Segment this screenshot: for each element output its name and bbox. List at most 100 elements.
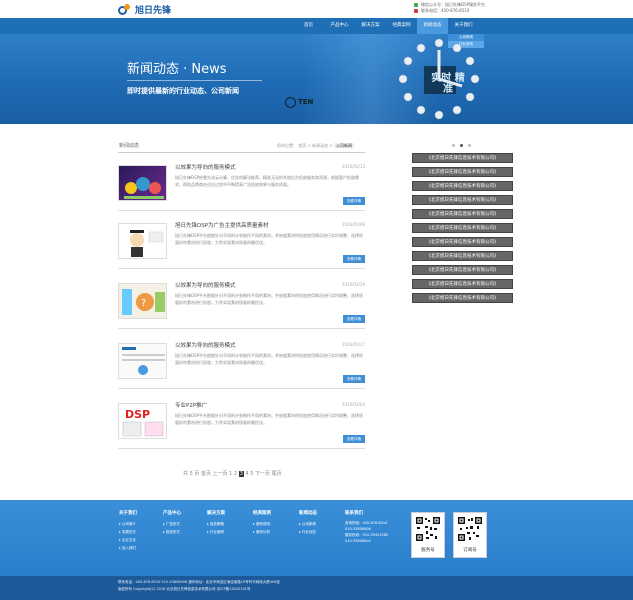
news-item: DSP 专业P2P推广 2016/01/04 旭日先锋DSP平台根据针对不同的计… — [118, 398, 365, 456]
view-details-button[interactable]: 查看详情 — [343, 197, 365, 205]
header-contact: 微信公众号：旭日先锋DSP服务平台 联系电话：400-876-8510 — [414, 2, 485, 14]
sidebar-link[interactable]: 《北京旭日先锋信息技术有限公司》 — [412, 181, 513, 191]
footer-link[interactable]: ▸ 加入我们 — [119, 544, 137, 552]
sidebar-link[interactable]: 《北京旭日先锋信息技术有限公司》 — [412, 209, 513, 219]
footer-link[interactable]: ▸ 案例分析 — [253, 528, 271, 536]
view-details-button[interactable]: 查看详情 — [343, 435, 365, 443]
copyright-text: 联系电话：400-876-8510 010-53806006 通讯地址：北京市海… — [118, 579, 280, 593]
page-link[interactable]: 1 — [229, 471, 232, 477]
news-desc: 旭日先锋DSP平台根据针对不同的计划制作不同的素材，并依据素材的投放使用情况进行… — [175, 353, 364, 365]
news-title[interactable]: 以效果为导向的服务模式 — [175, 281, 236, 289]
footer-link[interactable]: ▸ 公司简介 — [119, 520, 137, 528]
qr-code-icon — [457, 516, 483, 542]
news-thumbnail[interactable]: DSP — [118, 403, 167, 439]
qr-caption: 订阅号 — [463, 548, 477, 553]
pager-next-last[interactable]: 下一页 尾页 — [255, 471, 282, 477]
news-title[interactable]: 专业P2P推广 — [175, 401, 207, 409]
page-link[interactable]: 4 — [245, 471, 248, 477]
sidebar-link[interactable]: 《北京旭日先锋信息技术有限公司》 — [412, 279, 513, 289]
ten-logo-icon — [285, 97, 296, 108]
divider — [118, 448, 365, 449]
carousel-dot[interactable] — [468, 144, 471, 147]
footer-col-solutions: 解决方案 ▸ 投放策略 ▸ 行业案例 — [207, 510, 225, 536]
breadcrumb-path[interactable]: 您的位置： 首页 > 新闻动态 > — [277, 143, 334, 148]
news-title[interactable]: 以效果为导向的服务模式 — [175, 341, 236, 349]
page-link[interactable]: 2 — [234, 471, 237, 477]
section-title: 新闻动态 — [119, 143, 140, 149]
news-thumbnail[interactable] — [118, 223, 167, 259]
qr-caption: 服务号 — [421, 548, 435, 553]
footer-link[interactable]: ▸ 广告形式 — [163, 520, 181, 528]
banner-subtitle: 即时提供最新的行业动态、公司新闻 — [127, 87, 239, 95]
logo-mark-icon — [118, 3, 133, 15]
news-date: 2016/01/29 — [341, 282, 365, 287]
sidebar-link[interactable]: 《北京旭日先锋信息技术有限公司》 — [412, 195, 513, 205]
footer-col-contact: 联系我们 咨询热线：400-876-8510 010-53806006 服务热线… — [345, 510, 388, 544]
site-logo[interactable]: 旭日先锋 — [118, 3, 172, 16]
logo-text: 旭日先锋 — [135, 5, 172, 16]
footer-heading: 解决方案 — [207, 511, 225, 516]
nav-item-solutions[interactable]: 解决方案 — [355, 18, 386, 34]
view-details-button[interactable]: 查看详情 — [343, 255, 365, 263]
sidebar-link[interactable]: 《北京旭日先锋信息技术有限公司》 — [412, 167, 513, 177]
news-desc: 旭日先锋DSP平台根据针对不同的计划制作不同的素材，并依据素材的投放使用情况进行… — [175, 413, 364, 425]
carousel-dot-active[interactable] — [460, 144, 463, 147]
copyright-line: 版权所有 Copyright(C) 2016 北京旭日先锋信息技术有限公司 京I… — [118, 587, 251, 591]
qr-code-icon — [415, 516, 441, 542]
breadcrumb-current: 公司新闻 — [334, 143, 355, 148]
news-thumbnail[interactable]: ? — [118, 283, 167, 319]
pagination: 共 5 页 首页 上一页 1 2 3 4 5 下一页 尾页 — [183, 470, 282, 477]
main-nav: 首页 产品中心 解决方案 经典案例 新闻动态 关于我们 — [0, 18, 633, 34]
sidebar-link[interactable]: 《北京旭日先锋信息技术有限公司》 — [412, 251, 513, 261]
news-item: 以效果为导向的服务模式 2016/01/13 旭日先锋DSP依靠先进云计算、优化… — [118, 160, 365, 218]
divider — [118, 210, 365, 211]
footer-link[interactable]: ▸ 案例说明 — [253, 520, 271, 528]
wechat-text: 微信公众号：旭日先锋DSP服务平台 — [421, 2, 486, 7]
news-date: 2016/01/04 — [341, 402, 365, 407]
sidebar-link[interactable]: 《北京旭日先锋信息技术有限公司》 — [412, 223, 513, 233]
banner-title: 新闻动态 · News — [127, 62, 227, 77]
footer-heading: 产品中心 — [163, 511, 181, 516]
page-link[interactable]: 5 — [250, 471, 253, 477]
sidebar-link[interactable]: 《北京旭日先锋信息技术有限公司》 — [412, 293, 513, 303]
nav-item-about[interactable]: 关于我们 — [448, 18, 479, 34]
footer-link[interactable]: ▸ 行业动态 — [299, 528, 317, 536]
news-title[interactable]: 以效果为导向的服务模式 — [175, 163, 236, 171]
nav-item-news[interactable]: 新闻动态 — [417, 18, 448, 34]
footer-link[interactable]: ▸ 发展历史 — [119, 528, 137, 536]
nav-item-products[interactable]: 产品中心 — [324, 18, 355, 34]
sidebar-link[interactable]: 《北京旭日先锋信息技术有限公司》 — [412, 237, 513, 247]
news-thumbnail[interactable] — [118, 165, 167, 201]
footer-col-products: 产品中心 ▸ 广告形式 ▸ 投放形式 — [163, 510, 181, 536]
footer-link[interactable]: ▸ 投放形式 — [163, 528, 181, 536]
breadcrumb: 您的位置： 首页 > 新闻动态 > 公司新闻 — [277, 143, 355, 149]
wechat-icon — [414, 3, 418, 7]
carousel-dot[interactable] — [452, 144, 455, 147]
view-details-button[interactable]: 查看详情 — [343, 375, 365, 383]
news-title[interactable]: 旭日先锋DSP为广告主提供高质量素材 — [175, 221, 269, 229]
divider — [118, 268, 365, 269]
news-date: 2016/01/17 — [341, 342, 365, 347]
pager-summary[interactable]: 共 5 页 首页 上一页 — [183, 471, 229, 477]
nav-item-cases[interactable]: 经典案例 — [386, 18, 417, 34]
qr-service[interactable]: 服务号 — [411, 512, 445, 558]
footer-contact-line: 010-53806004 — [345, 539, 371, 543]
qr-subscription[interactable]: 订阅号 — [453, 512, 487, 558]
news-item: ? 以效果为导向的服务模式 2016/01/29 旭日先锋DSP平台根据针对不同… — [118, 278, 365, 336]
footer-link[interactable]: ▸ 企业文化 — [119, 536, 137, 544]
view-details-button[interactable]: 查看详情 — [343, 315, 365, 323]
news-item: 以效果为导向的服务模式 2016/01/17 旭日先锋DSP平台根据针对不同的计… — [118, 338, 365, 396]
banner-divider — [127, 80, 262, 81]
sidebar-link[interactable]: 《北京旭日先锋信息技术有限公司》 — [412, 153, 513, 163]
ten-logo-text: TEN — [298, 98, 314, 106]
footer-link[interactable]: ▸ 投放策略 — [207, 520, 225, 528]
footer-link[interactable]: ▸ 公司新闻 — [299, 520, 317, 528]
nav-item-home[interactable]: 首页 — [293, 18, 324, 34]
news-thumbnail[interactable] — [118, 343, 167, 379]
svg-text:DSP: DSP — [125, 408, 150, 421]
sidebar-link[interactable]: 《北京旭日先锋信息技术有限公司》 — [412, 265, 513, 275]
footer-link[interactable]: ▸ 行业案例 — [207, 528, 225, 536]
footer-heading: 新闻动态 — [299, 511, 317, 516]
page-current[interactable]: 3 — [238, 471, 244, 477]
news-date: 2016/01/09 — [341, 222, 365, 227]
